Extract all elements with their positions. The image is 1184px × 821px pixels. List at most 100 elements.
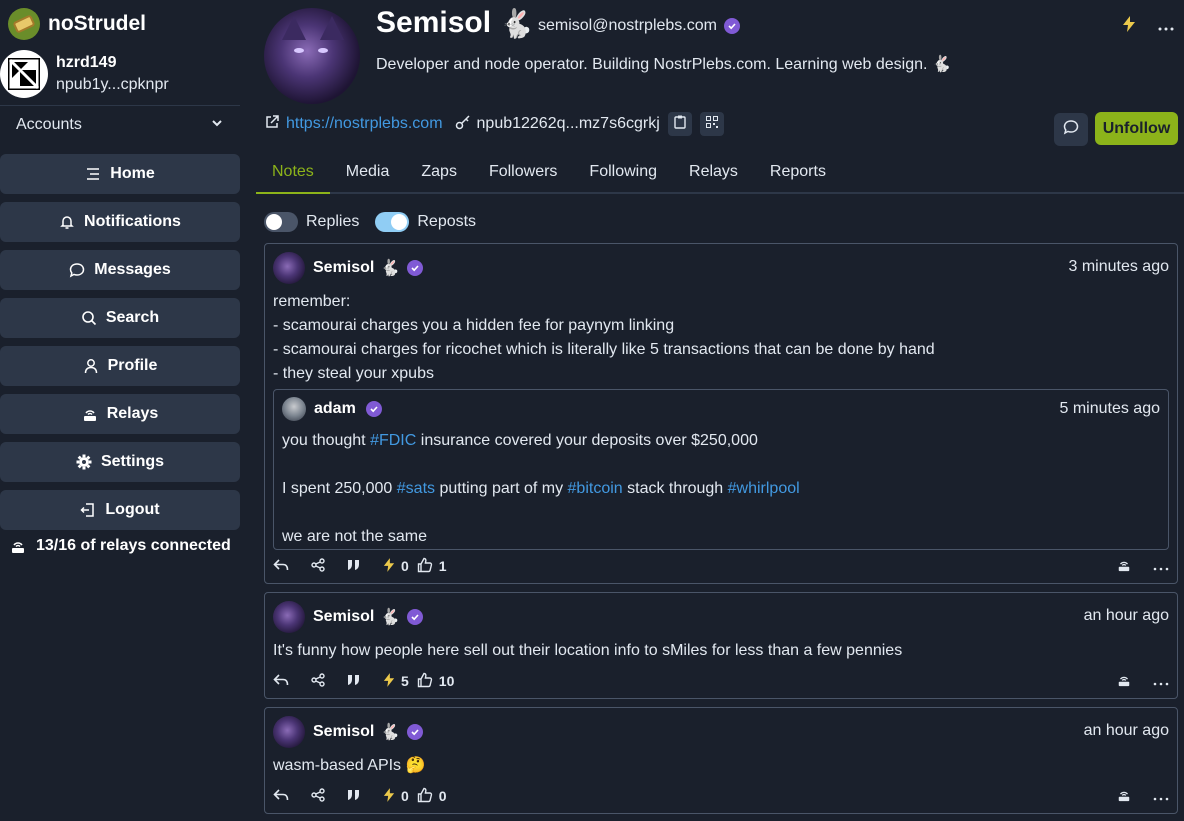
note-timestamp[interactable]: 3 minutes ago [1068, 258, 1169, 276]
avatar[interactable] [273, 601, 305, 633]
profile-nip05: semisol@nostrplebs.com [538, 17, 740, 35]
sidebar-item-search[interactable]: Search [0, 298, 240, 338]
verified-icon [407, 609, 424, 625]
avatar[interactable] [273, 716, 305, 748]
note-timestamp[interactable]: an hour ago [1084, 607, 1169, 625]
app-brand[interactable]: noStrudel [8, 8, 146, 40]
text-span: you thought [282, 432, 371, 449]
note-content: remember: - scamourai charges you a hidd… [273, 290, 935, 386]
share-button[interactable] [311, 557, 325, 575]
sidebar-item-logout[interactable]: Logout [0, 490, 240, 530]
current-account[interactable]: hzrd149 npub1y...cpknpr [0, 50, 169, 98]
chat-icon [69, 262, 85, 278]
tab-followers[interactable]: Followers [473, 152, 573, 192]
share-button[interactable] [311, 787, 325, 805]
note-timestamp[interactable]: an hour ago [1084, 722, 1169, 740]
unfollow-button[interactable]: Unfollow [1095, 112, 1178, 145]
relay-status[interactable]: 13/16 of relays connected [10, 537, 231, 555]
note-author[interactable]: Semisol 🐇 [313, 258, 424, 278]
copy-npub-button[interactable] [667, 112, 692, 136]
author-name: Semisol [313, 723, 375, 740]
note-actions: 0 1 [273, 554, 1169, 578]
profile-npub: npub12262q...mz7s6cgrkj [476, 115, 660, 132]
quote-button[interactable] [347, 673, 361, 689]
more-options-icon[interactable] [1153, 673, 1169, 689]
accounts-label: Accounts [16, 116, 82, 133]
tab-following[interactable]: Following [573, 152, 673, 192]
zap-icon[interactable] [1122, 16, 1136, 37]
hashtag-link[interactable]: #bitcoin [568, 480, 623, 497]
sidebar-item-label: Notifications [84, 213, 181, 230]
note-timestamp[interactable]: 5 minutes ago [1059, 400, 1160, 418]
zap-count: 0 [401, 558, 409, 574]
zap-count: 0 [401, 788, 409, 804]
replies-label: Replies [306, 213, 360, 230]
author-emoji: 🐇 [380, 609, 401, 626]
tab-reports[interactable]: Reports [754, 152, 842, 192]
zap-button[interactable]: 5 [383, 672, 417, 691]
reply-button[interactable] [273, 788, 289, 805]
relay-icon[interactable] [1117, 673, 1131, 690]
note-author[interactable]: Semisol 🐇 [313, 607, 424, 627]
note-author[interactable]: Semisol 🐇 [313, 722, 424, 742]
qr-code-icon [705, 115, 718, 133]
account-npub: npub1y...cpknpr [56, 76, 169, 93]
avatar[interactable] [273, 252, 305, 284]
reply-icon [273, 673, 289, 690]
more-options-icon[interactable] [1153, 558, 1169, 574]
zap-button[interactable]: 0 [383, 787, 417, 806]
website-link[interactable]: https://nostrplebs.com [286, 115, 443, 133]
sidebar-item-notifications[interactable]: Notifications [0, 202, 240, 242]
more-options-icon[interactable] [1158, 18, 1174, 36]
sidebar-item-profile[interactable]: Profile [0, 346, 240, 386]
sidebar-item-label: Settings [100, 453, 165, 470]
author-emoji: 🐇 [380, 724, 401, 741]
relay-status-text: 13/16 of relays connected [36, 537, 231, 554]
share-icon [311, 557, 325, 575]
relay-icon [82, 406, 98, 422]
tab-media[interactable]: Media [330, 152, 406, 192]
replies-toggle[interactable] [264, 212, 298, 232]
sidebar-item-home[interactable]: Home [0, 154, 240, 194]
sidebar-item-settings[interactable]: Settings [0, 442, 240, 482]
note-author[interactable]: adam [314, 400, 382, 418]
hashtag-link[interactable]: #whirlpool [728, 480, 800, 497]
like-button[interactable]: 1 [417, 557, 455, 576]
chat-icon [1063, 119, 1079, 140]
home-icon [85, 167, 101, 181]
key-icon [455, 114, 471, 135]
tab-relays[interactable]: Relays [673, 152, 754, 192]
message-button[interactable] [1054, 113, 1088, 146]
reply-button[interactable] [273, 558, 289, 575]
share-button[interactable] [311, 672, 325, 690]
sidebar-item-messages[interactable]: Messages [0, 250, 240, 290]
hashtag-link[interactable]: #FDIC [370, 432, 416, 449]
quote-button[interactable] [347, 558, 361, 574]
logout-icon [80, 502, 96, 518]
like-button[interactable]: 0 [417, 787, 455, 806]
hashtag-link[interactable]: #sats [397, 480, 435, 497]
embedded-note[interactable]: adam 5 minutes ago you thought #FDIC ins… [273, 389, 1169, 550]
quote-button[interactable] [347, 788, 361, 804]
reply-button[interactable] [273, 673, 289, 690]
tab-zaps[interactable]: Zaps [405, 152, 473, 192]
like-button[interactable]: 10 [417, 672, 463, 691]
qr-code-button[interactable] [699, 112, 724, 136]
reposts-toggle[interactable] [375, 212, 410, 232]
avatar[interactable] [282, 397, 306, 421]
relay-icon[interactable] [1117, 558, 1131, 575]
more-options-icon[interactable] [1153, 788, 1169, 804]
chevron-down-icon [210, 116, 224, 135]
zap-button[interactable]: 0 [383, 557, 417, 576]
quote-icon [347, 788, 361, 804]
zap-icon [383, 787, 395, 806]
gear-icon [76, 454, 92, 470]
accounts-toggle[interactable]: Accounts [0, 106, 240, 144]
verified-icon [407, 260, 424, 276]
tab-notes[interactable]: Notes [256, 152, 330, 194]
note-line: remember: [273, 293, 351, 310]
like-count: 1 [438, 558, 447, 574]
text-span: stack through [622, 480, 728, 497]
sidebar-item-relays[interactable]: Relays [0, 394, 240, 434]
relay-icon[interactable] [1117, 788, 1131, 805]
